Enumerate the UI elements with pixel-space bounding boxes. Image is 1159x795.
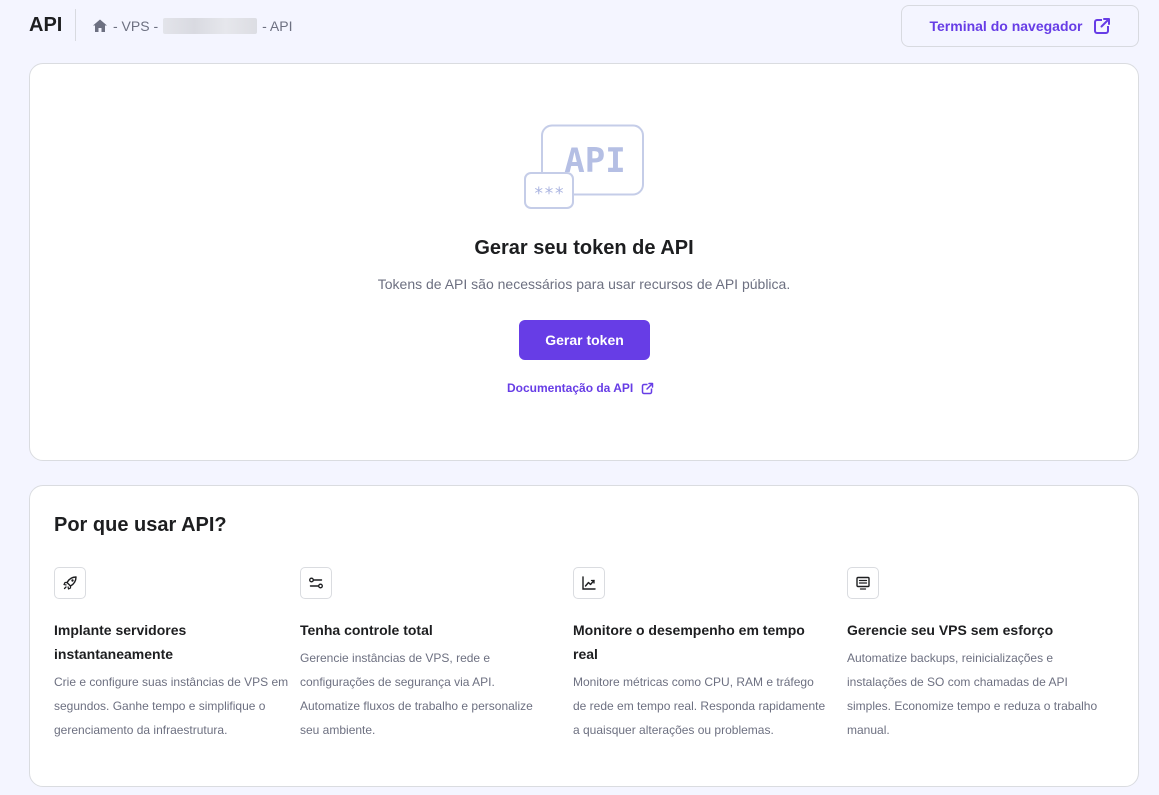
feature-title: Gerencie seu VPS sem esforço (847, 622, 1054, 638)
feature-control: Tenha controle total Gerencie instâncias… (300, 567, 552, 742)
feature-description: Automatize backups, reinicializações e i… (847, 651, 1098, 737)
svg-text:***: *** (534, 184, 565, 204)
home-icon[interactable] (92, 18, 108, 34)
token-description: Tokens de API são necessários para usar … (377, 276, 791, 292)
generate-token-button[interactable]: Gerar token (519, 320, 650, 360)
page-title: API (29, 14, 63, 36)
breadcrumb-api: - API (262, 18, 293, 34)
feature-monitor: Monitore o desempenho em tempo real Moni… (573, 567, 829, 742)
feature-deploy: Implante servidores instantaneamente Cri… (54, 567, 294, 742)
feature-title: Monitore o desempenho em tempo real (573, 622, 805, 662)
token-heading: Gerar seu token de API (474, 237, 694, 259)
api-docs-label: Documentação da API (507, 381, 634, 395)
feature-title: Implante servidores instantaneamente (54, 622, 187, 662)
external-link-icon (642, 381, 655, 394)
title-divider (75, 9, 76, 41)
browser-terminal-label: Terminal do navegador (929, 18, 1083, 34)
svg-text:API: API (564, 141, 625, 181)
rocket-icon (54, 567, 86, 599)
browser-terminal-button[interactable]: Terminal do navegador (901, 5, 1139, 47)
external-link-icon (1093, 17, 1111, 34)
breadcrumb-server-name[interactable] (163, 18, 258, 34)
breadcrumb-vps[interactable]: - VPS - (113, 18, 158, 34)
chart-icon (573, 567, 605, 599)
api-docs-link[interactable]: Documentação da API (507, 381, 655, 395)
api-token-card: API *** Gerar seu token de API Tokens de… (29, 63, 1139, 461)
why-api-title: Por que usar API? (54, 514, 227, 536)
feature-description: Monitore métricas como CPU, RAM e tráfeg… (573, 675, 826, 737)
route-icon (300, 567, 332, 599)
page-header: API - VPS - - API Terminal do navegador (0, 0, 1159, 52)
feature-description: Crie e configure suas instâncias de VPS … (54, 675, 289, 737)
feature-manage: Gerencie seu VPS sem esforço Automatize … (847, 567, 1109, 742)
feature-description: Gerencie instâncias de VPS, rede e confi… (300, 651, 533, 737)
feature-title: Tenha controle total (300, 622, 433, 638)
monitor-icon (847, 567, 879, 599)
why-api-card: Por que usar API? Implante servidores in… (29, 485, 1139, 787)
breadcrumb: - VPS - - API (92, 17, 292, 35)
api-illustration-icon: API *** (524, 124, 644, 209)
